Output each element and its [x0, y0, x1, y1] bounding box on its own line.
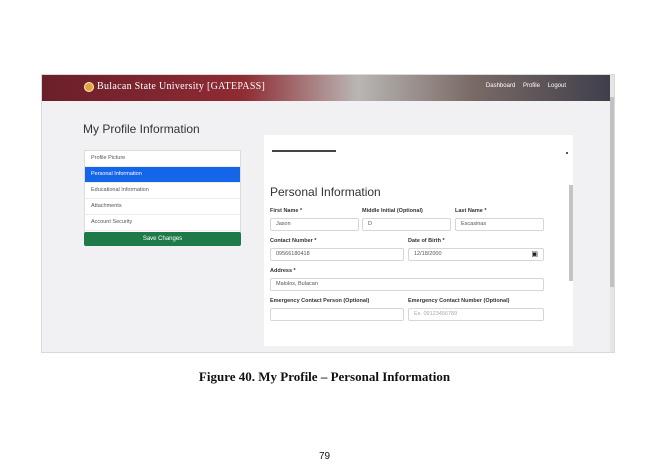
date-of-birth-value: 12/18/2000 [414, 251, 442, 257]
save-changes-button[interactable]: Save Changes [84, 232, 241, 246]
menu-item-account-security[interactable]: Account Security [85, 215, 240, 231]
last-name-label: Last Name * [455, 208, 487, 214]
emergency-person-field[interactable] [270, 308, 404, 321]
address-field[interactable]: Malolos, Bulacan [270, 278, 544, 291]
menu-item-personal-information[interactable]: Personal Information [85, 167, 240, 183]
middle-initial-label: Middle Initial (Optional) [362, 208, 423, 214]
nav-link-dashboard[interactable]: Dashboard [486, 83, 515, 89]
calendar-icon[interactable]: ▣ [531, 251, 538, 259]
contact-number-label: Contact Number * [270, 238, 317, 244]
form-heading: Personal Information [270, 185, 381, 199]
page-number: 79 [318, 451, 331, 462]
scroll-arrow-icon [566, 152, 568, 154]
brand-title[interactable]: Bulacan State University [GATEPASS] [84, 81, 265, 92]
emergency-number-field[interactable]: Ex. 09123456789 [408, 308, 544, 321]
screenshot-frame: Bulacan State University [GATEPASS] Dash… [41, 74, 615, 353]
contact-number-field[interactable]: 09566180418 [270, 248, 404, 261]
menu-item-profile-picture[interactable]: Profile Picture [85, 151, 240, 167]
page-scrollbar[interactable] [610, 75, 614, 352]
menu-item-educational-information[interactable]: Educational Information [85, 183, 240, 199]
menu-item-attachments[interactable]: Attachments [85, 199, 240, 215]
date-of-birth-label: Date of Birth * [408, 238, 445, 244]
address-label: Address * [270, 268, 296, 274]
profile-menu: Profile Picture Personal Information Edu… [84, 150, 241, 240]
navbar: Bulacan State University [GATEPASS] Dash… [42, 75, 614, 101]
emergency-person-label: Emergency Contact Person (Optional) [270, 298, 370, 304]
page-title: My Profile Information [83, 122, 200, 136]
nav-link-logout[interactable]: Logout [548, 83, 566, 89]
figure-caption: Figure 40. My Profile – Personal Informa… [198, 369, 451, 384]
form-scrollbar[interactable] [569, 185, 573, 281]
middle-initial-field[interactable]: D [362, 218, 451, 231]
page-scrollbar-thumb[interactable] [610, 97, 614, 287]
emergency-number-label: Emergency Contact Number (Optional) [408, 298, 510, 304]
tab-indicator [272, 150, 336, 152]
last-name-field[interactable]: Escasinas [455, 218, 544, 231]
first-name-label: First Name * [270, 208, 303, 214]
date-of-birth-field[interactable]: 12/18/2000 ▣ [408, 248, 544, 261]
first-name-field[interactable]: Jason [270, 218, 359, 231]
nav-link-profile[interactable]: Profile [523, 83, 540, 89]
personal-info-form: Personal Information First Name * Jason … [264, 135, 573, 346]
nav-links: Dashboard Profile Logout [480, 83, 566, 89]
